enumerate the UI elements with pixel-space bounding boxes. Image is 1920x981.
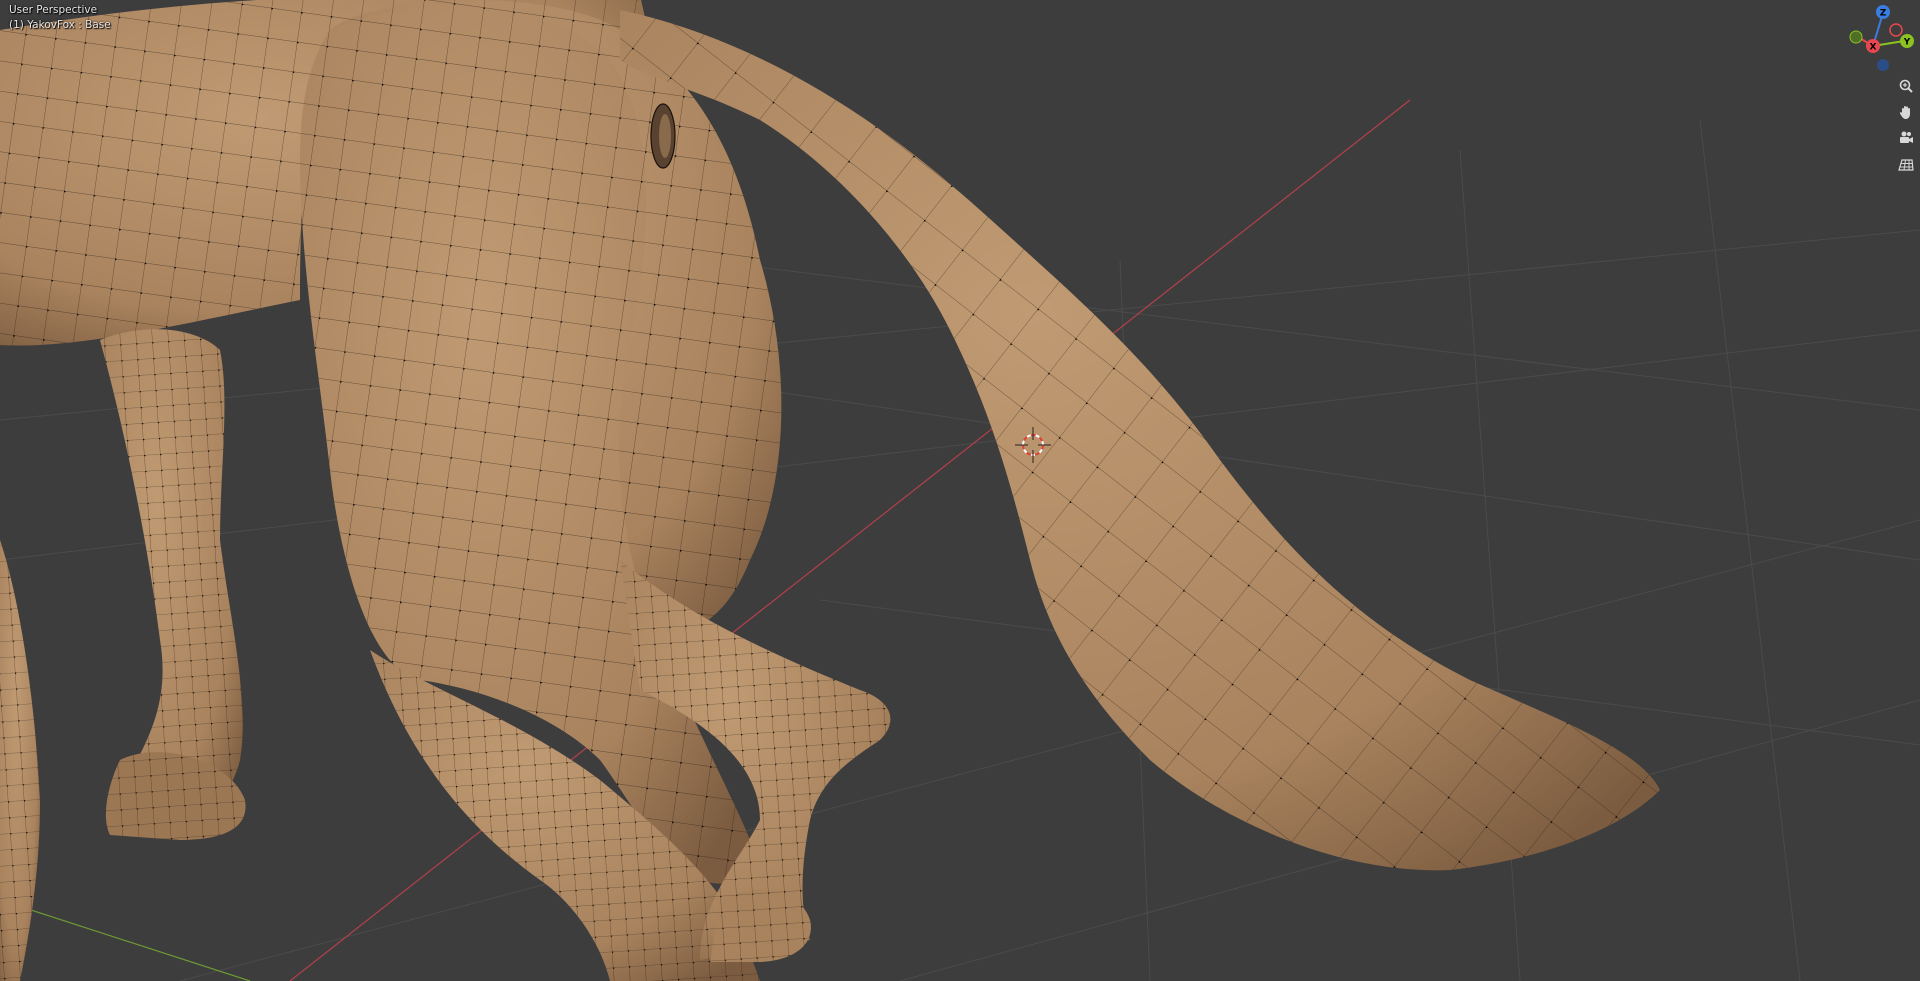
y-axis-line <box>0 899 251 981</box>
camera-view-icon <box>1900 131 1913 143</box>
zoom-button[interactable] <box>1895 75 1917 97</box>
view-name-label: User Perspective <box>9 4 98 16</box>
ortho-grid-icon <box>1898 159 1914 171</box>
3d-viewport[interactable] <box>0 0 1920 981</box>
gizmo-z-label: Z <box>1880 9 1887 19</box>
gizmo-x-label: X <box>1870 43 1877 53</box>
gizmo-y-label: Y <box>1903 38 1911 48</box>
gizmo-neg-y[interactable] <box>1849 30 1863 44</box>
zoom-icon <box>1899 79 1913 93</box>
navigation-gizmo[interactable]: Z Y X <box>1830 0 1920 80</box>
fox-mesh[interactable] <box>0 0 1660 981</box>
pan-hand-icon <box>1899 106 1910 119</box>
gizmo-neg-x[interactable] <box>1889 23 1903 37</box>
ortho-toggle-button[interactable] <box>1895 153 1917 175</box>
gizmo-neg-z[interactable] <box>1877 59 1889 71</box>
pan-button[interactable] <box>1895 101 1917 123</box>
object-name-label: (1) YakovFox : Base <box>9 19 111 31</box>
camera-view-button[interactable] <box>1895 127 1917 149</box>
